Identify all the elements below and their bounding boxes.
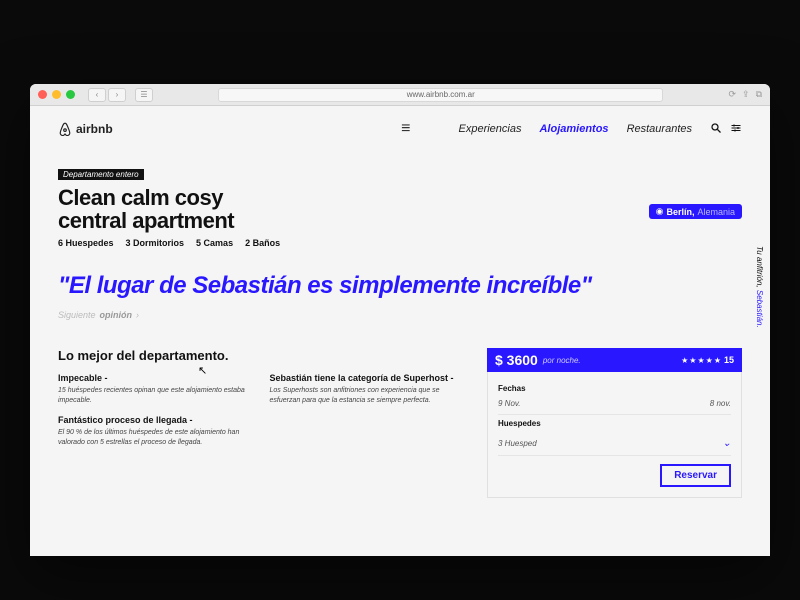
best-item-desc: Los Superhosts son anfitriones con exper… (270, 386, 458, 405)
price-bar: $ 3600 por noche. ★★★★★ 15 (487, 348, 742, 372)
chevron-right-icon: › (136, 310, 139, 320)
listing-title-line2: central apartment (58, 209, 742, 232)
host-name: Sebastián. (755, 290, 764, 328)
next-review-link[interactable]: Siguiente opinión › (58, 310, 742, 320)
browser-window: ‹ › ☰ www.airbnb.com.ar ⟳ ⇪ ⧉ airbnb ≡ E… (30, 84, 770, 556)
listing-title: Clean calm cosy central apartment (58, 186, 742, 232)
reserve-button[interactable]: Reservar (660, 464, 731, 487)
checkout-date[interactable]: 8 nov. (710, 399, 731, 408)
window-controls[interactable] (38, 90, 75, 99)
nav-restaurantes[interactable]: Restaurantes (627, 123, 692, 135)
spec-baths: 2 Baños (245, 238, 280, 248)
url-bar[interactable]: www.airbnb.com.ar (218, 88, 663, 102)
tabs-icon[interactable]: ⧉ (756, 89, 762, 100)
booking-card: $ 3600 por noche. ★★★★★ 15 Fechas 9 Nov.… (487, 348, 742, 498)
nav-alojamientos[interactable]: Alojamientos (539, 123, 608, 135)
airbnb-logo-icon (58, 122, 72, 136)
listing-specs: 6 Huespedes 3 Dormitorios 5 Camas 2 Baño… (58, 238, 742, 248)
pin-icon: ◉ (656, 206, 664, 217)
page-content: airbnb ≡ Experiencias Alojamientos Resta… (30, 106, 770, 556)
minimize-window-icon[interactable] (52, 90, 61, 99)
close-window-icon[interactable] (38, 90, 47, 99)
price-amount: $ 3600 (495, 352, 538, 368)
featured-review-quote: "El lugar de Sebastián es simplemente in… (58, 272, 742, 300)
sidebar-button[interactable]: ☰ (135, 88, 153, 102)
brand-name: airbnb (76, 122, 113, 136)
chevron-down-icon: ⌄ (723, 438, 731, 449)
top-nav: airbnb ≡ Experiencias Alojamientos Resta… (58, 120, 742, 138)
browser-chrome: ‹ › ☰ www.airbnb.com.ar ⟳ ⇪ ⧉ (30, 84, 770, 106)
dates-label: Fechas (498, 384, 731, 393)
review-count: 15 (724, 355, 734, 365)
guests-label: Huespedes (498, 419, 731, 428)
spec-guests: 6 Huespedes (58, 238, 114, 248)
reader-icon[interactable]: ⟳ (728, 89, 736, 100)
best-of-listing: Lo mejor del departamento. Impecable - 1… (58, 348, 457, 498)
rating-stars-icon: ★★★★★ (681, 356, 722, 365)
location-city: Berlín, (666, 207, 694, 217)
mouse-cursor-icon: ↖ (198, 364, 207, 377)
nav-experiencias[interactable]: Experiencias (459, 123, 522, 135)
spec-beds: 5 Camas (196, 238, 233, 248)
best-item-title: Sebastián tiene la categoría de Superhos… (270, 373, 458, 383)
best-item-desc: El 90 % de los últimos huéspedes de este… (58, 428, 246, 447)
next-review-bold: opinión (100, 310, 133, 320)
listing-type-badge: Departamento entero (58, 169, 144, 180)
best-item-title: Impecable - (58, 373, 246, 383)
best-item-title: Fantástico proceso de llegada - (58, 415, 246, 425)
back-button[interactable]: ‹ (88, 88, 106, 102)
spec-bedrooms: 3 Dormitorios (126, 238, 185, 248)
listing-header: Departamento entero Clean calm cosy cent… (58, 164, 742, 248)
maximize-window-icon[interactable] (66, 90, 75, 99)
divider (498, 455, 731, 456)
share-icon[interactable]: ⇪ (742, 89, 750, 100)
filter-icon[interactable] (730, 122, 742, 137)
price-per-night: por noche. (543, 356, 581, 365)
forward-button[interactable]: › (108, 88, 126, 102)
best-heading: Lo mejor del departamento. (58, 348, 457, 363)
next-review-pre: Siguiente (58, 310, 96, 320)
location-country: Alemania (697, 207, 735, 217)
best-item-desc: 15 huéspedes recientes opinan que este a… (58, 386, 246, 405)
divider (498, 414, 731, 415)
host-vertical-label: Tu anfitrión, Sebastián. (755, 246, 764, 328)
location-tag[interactable]: ◉ Berlín, Alemania (649, 204, 742, 219)
checkin-date[interactable]: 9 Nov. (498, 399, 521, 408)
hamburger-menu-icon[interactable]: ≡ (401, 120, 410, 138)
search-icon[interactable] (710, 122, 722, 137)
brand-logo[interactable]: airbnb (58, 122, 113, 136)
host-label: Tu anfitrión, (755, 246, 764, 288)
guests-value: 3 Huesped (498, 439, 537, 448)
listing-title-line1: Clean calm cosy (58, 186, 742, 209)
guests-selector[interactable]: 3 Huesped ⌄ (498, 434, 731, 453)
